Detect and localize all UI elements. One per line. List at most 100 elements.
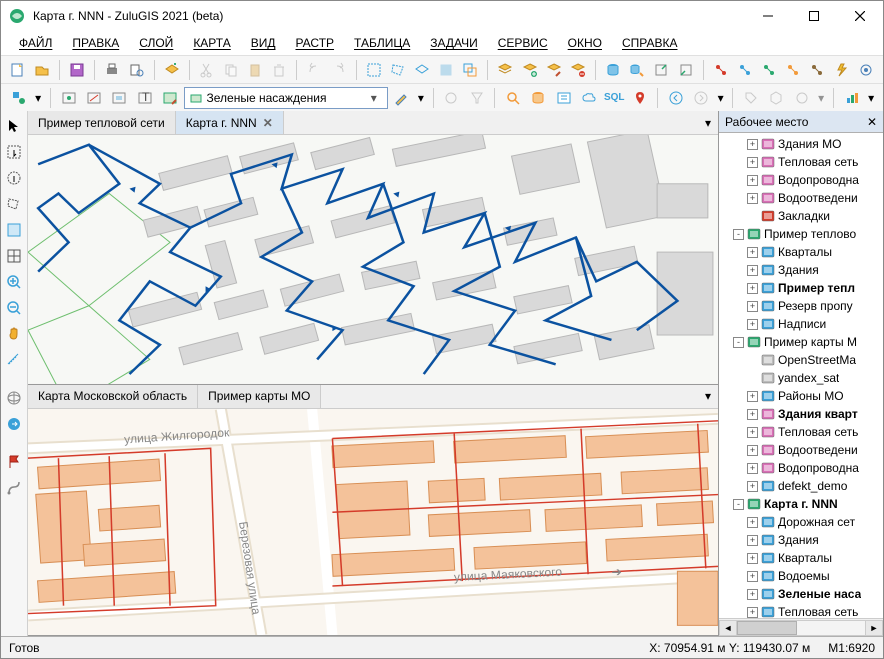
tree-row[interactable]: +Водоотведени [719, 441, 883, 459]
network-comm-button[interactable] [855, 58, 877, 82]
select-clip-button[interactable] [459, 58, 481, 82]
tree-row[interactable]: +Водопроводна [719, 459, 883, 477]
filter-cone-button[interactable] [465, 86, 488, 110]
tree-expander[interactable]: + [747, 283, 758, 294]
tree-expander[interactable] [747, 211, 758, 222]
db-export-button[interactable] [650, 58, 672, 82]
db-button[interactable] [602, 58, 624, 82]
scroll-right-button[interactable]: ► [865, 620, 883, 636]
scroll-track[interactable] [737, 620, 865, 636]
tree-expander[interactable]: + [747, 193, 758, 204]
layer-add-button[interactable] [519, 58, 541, 82]
copy-button[interactable] [220, 58, 242, 82]
tag-button[interactable] [739, 86, 762, 110]
db-link-button[interactable] [626, 58, 648, 82]
undo-button[interactable] [303, 58, 325, 82]
tree-expander[interactable]: + [747, 427, 758, 438]
link-tool[interactable] [3, 413, 25, 435]
tree-row[interactable]: +Здания кварт [719, 405, 883, 423]
layers-button[interactable] [494, 58, 516, 82]
tree-row[interactable]: +Водоотведени [719, 189, 883, 207]
layer-combo[interactable]: Зеленые насаждения ▾ [184, 87, 388, 109]
filter-circle-button[interactable] [440, 86, 463, 110]
tree-row[interactable]: +Кварталы [719, 549, 883, 567]
close-button[interactable] [837, 1, 883, 31]
menu-edit[interactable]: ПРАВКА [64, 34, 127, 52]
cut-button[interactable] [196, 58, 218, 82]
new-button[interactable] [7, 58, 29, 82]
network-elec-button[interactable] [830, 58, 852, 82]
tree-row[interactable]: -Пример карты М [719, 333, 883, 351]
new-layer-button[interactable] [161, 58, 183, 82]
tree-expander[interactable]: + [747, 553, 758, 564]
pencil-dropdown[interactable]: ▾ [415, 86, 427, 110]
save-button[interactable] [66, 58, 88, 82]
menu-window[interactable]: ОКНО [560, 34, 610, 52]
tab-menu-button-bottom[interactable]: ▾ [698, 385, 718, 408]
tree-row[interactable]: +Районы МО [719, 387, 883, 405]
select-rect-tool[interactable] [3, 141, 25, 163]
tree-row[interactable]: +Дорожная сет [719, 513, 883, 531]
tree-row[interactable]: +Здания [719, 531, 883, 549]
shape-dropdown[interactable]: ▾ [815, 86, 827, 110]
shape-hex-button[interactable] [765, 86, 788, 110]
tab-moscow-region[interactable]: Карта Московской область [28, 385, 198, 408]
tree-row[interactable]: -Пример теплово [719, 225, 883, 243]
zoom-in-tool[interactable] [3, 271, 25, 293]
network-water-button[interactable] [734, 58, 756, 82]
network-sewer-button[interactable] [806, 58, 828, 82]
tree-row[interactable]: Закладки [719, 207, 883, 225]
tree-row[interactable]: +Водоемы [719, 567, 883, 585]
extent-tool[interactable] [3, 219, 25, 241]
tree-row[interactable]: +Надписи [719, 315, 883, 333]
select-object-button[interactable] [435, 58, 457, 82]
tree-row[interactable]: +Зеленые наса [719, 585, 883, 603]
select-poly-tool[interactable] [3, 193, 25, 215]
nav-fwd-button[interactable] [689, 86, 712, 110]
tree-expander[interactable]: + [747, 409, 758, 420]
menu-help[interactable]: СПРАВКА [614, 34, 686, 52]
chart-button[interactable] [840, 86, 863, 110]
tree-row[interactable]: -Карта г. NNN [719, 495, 883, 513]
tree-expander[interactable] [747, 373, 758, 384]
layer-combo-arrow[interactable]: ▾ [365, 91, 383, 105]
print-button[interactable] [101, 58, 123, 82]
scroll-thumb[interactable] [737, 621, 797, 635]
tree-expander[interactable] [747, 355, 758, 366]
tree-expander[interactable]: + [747, 481, 758, 492]
sql-button[interactable]: SQL [603, 86, 626, 110]
tree-expander[interactable]: + [747, 265, 758, 276]
tree-expander[interactable]: + [747, 535, 758, 546]
print-preview-button[interactable] [126, 58, 148, 82]
menu-map[interactable]: КАРТА [185, 34, 238, 52]
scroll-left-button[interactable]: ◄ [719, 620, 737, 636]
db-import-button[interactable] [675, 58, 697, 82]
tree-expander[interactable]: + [747, 517, 758, 528]
select-poly-button[interactable] [387, 58, 409, 82]
pointer-tool[interactable] [3, 115, 25, 137]
db-query-button[interactable] [552, 86, 575, 110]
network-steam-button[interactable] [758, 58, 780, 82]
select-circle-tool[interactable] [3, 167, 25, 189]
open-button[interactable] [31, 58, 53, 82]
tree-row[interactable]: +Резерв пропу [719, 297, 883, 315]
tree-row[interactable]: +Кварталы [719, 243, 883, 261]
redo-button[interactable] [328, 58, 350, 82]
tab-mo-example[interactable]: Пример карты МО [198, 385, 321, 408]
menu-raster[interactable]: РАСТР [287, 34, 342, 52]
menu-file[interactable]: ФАЙЛ [11, 34, 60, 52]
tree-row[interactable]: yandex_sat [719, 369, 883, 387]
layer-tree[interactable]: +Здания МО+Тепловая сеть+Водопроводна+Во… [719, 133, 883, 618]
tree-expander[interactable]: + [747, 301, 758, 312]
menu-view[interactable]: ВИД [243, 34, 284, 52]
tree-expander[interactable]: + [747, 157, 758, 168]
search-button[interactable] [501, 86, 524, 110]
pan-tool[interactable] [3, 323, 25, 345]
edit-line-button[interactable] [82, 86, 105, 110]
menu-service[interactable]: СЕРВИС [490, 34, 556, 52]
pencil-button[interactable] [390, 86, 413, 110]
tree-row[interactable]: +Водопроводна [719, 171, 883, 189]
tree-expander[interactable]: - [733, 499, 744, 510]
delete-button[interactable] [268, 58, 290, 82]
shape-circle-button[interactable] [790, 86, 813, 110]
